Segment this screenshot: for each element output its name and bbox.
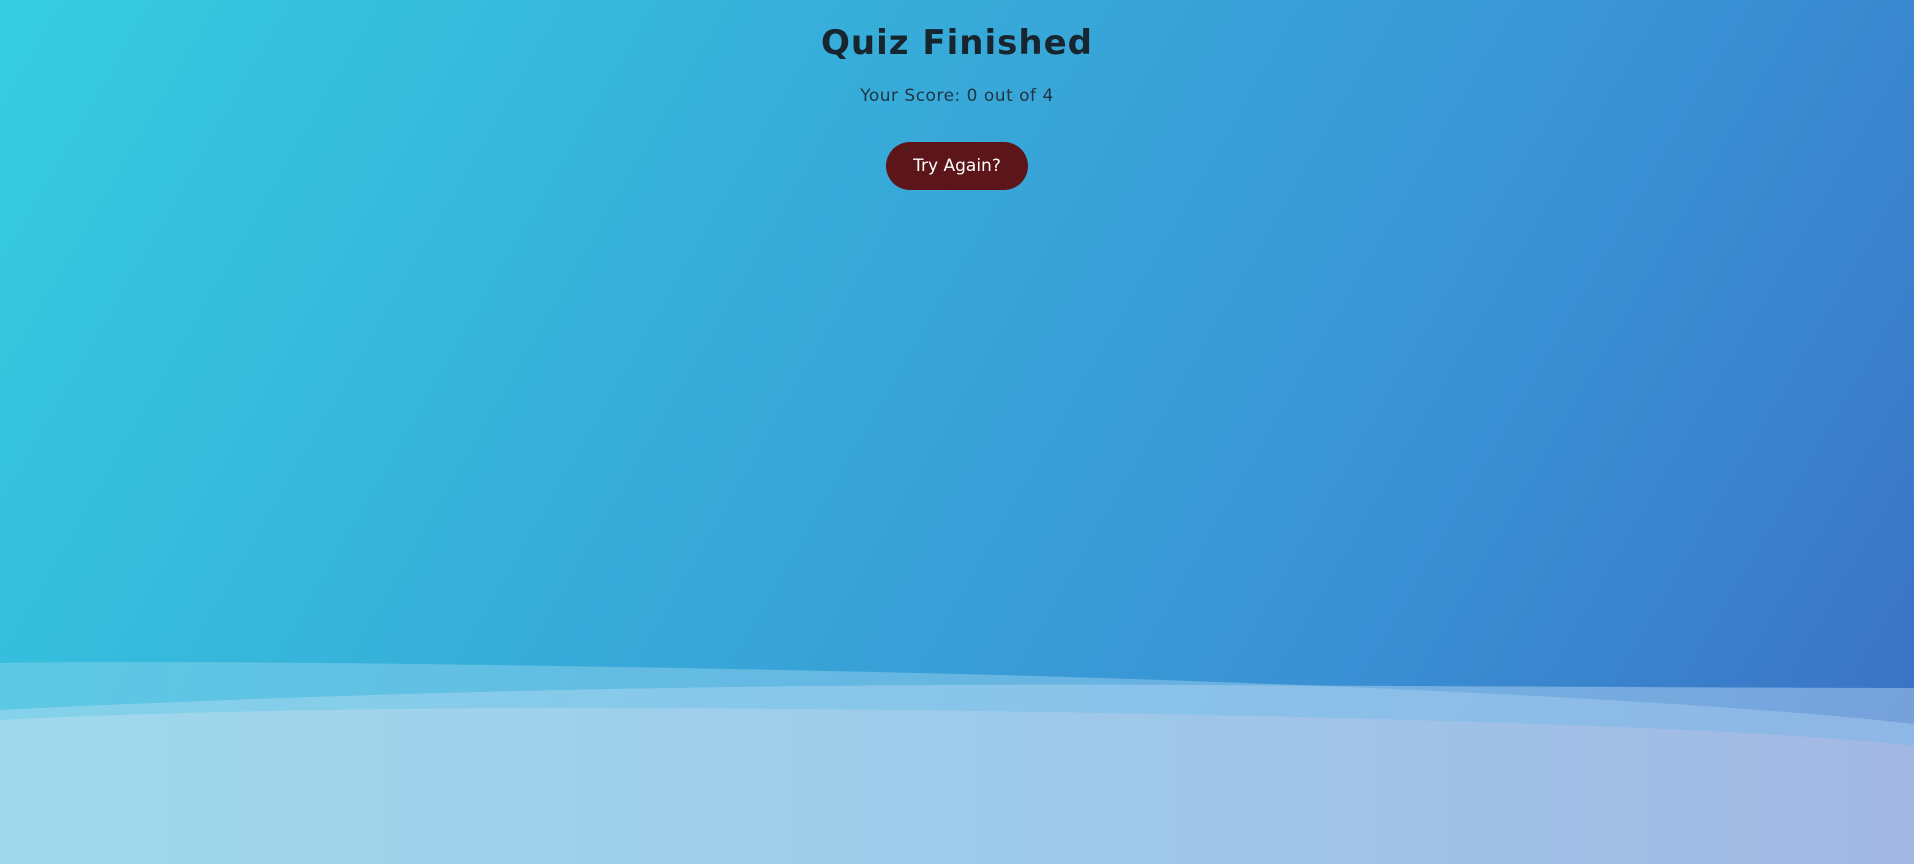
score-prefix: Your Score:: [860, 86, 961, 106]
score-total: 4: [1042, 86, 1054, 106]
score-value: 0: [966, 86, 978, 106]
wave-front: [0, 708, 1914, 864]
page-title: Quiz Finished: [821, 23, 1093, 63]
try-again-button[interactable]: Try Again?: [886, 142, 1028, 190]
score-separator: out of: [983, 86, 1037, 106]
score-text: Your Score: 0 out of 4: [0, 86, 1914, 106]
quiz-results-panel: Quiz Finished Your Score: 0 out of 4 Try…: [0, 0, 1914, 190]
